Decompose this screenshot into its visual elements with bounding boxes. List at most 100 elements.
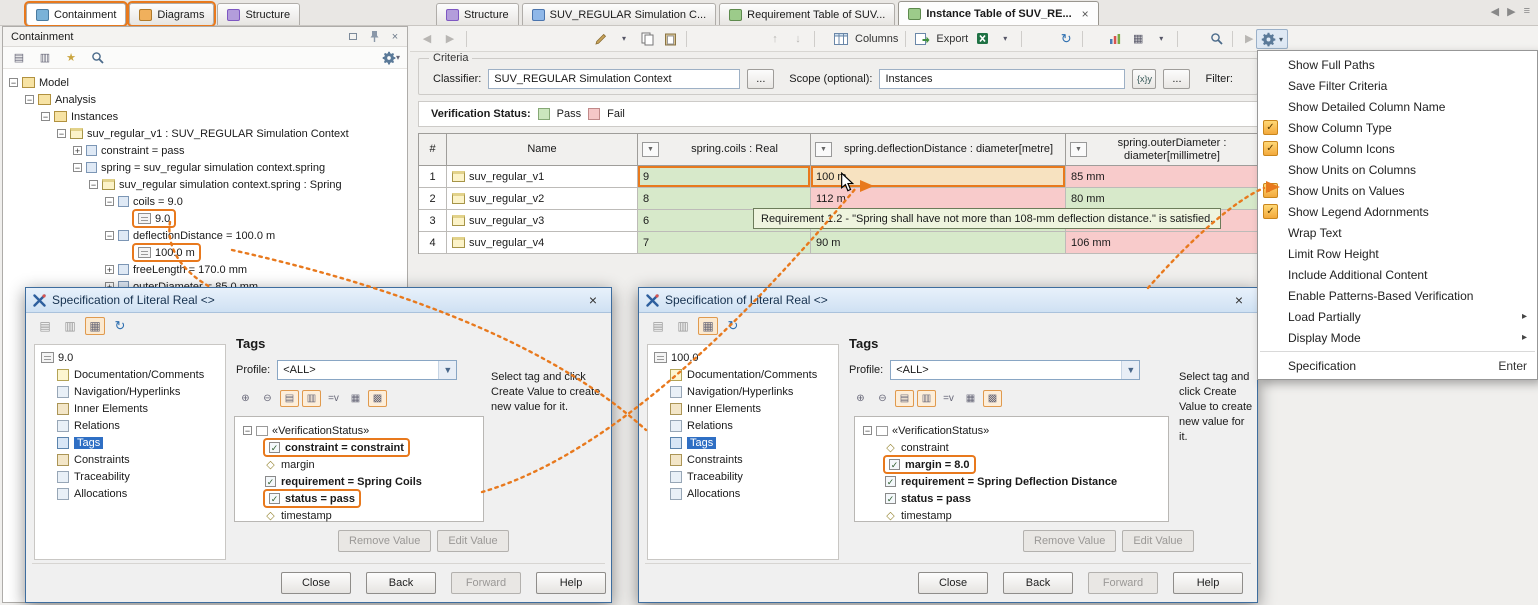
- move-up-icon[interactable]: ↑: [766, 30, 784, 48]
- deflection-cell[interactable]: 90 m: [811, 232, 1066, 254]
- edit-dropdown-icon[interactable]: ▾: [615, 30, 633, 48]
- tag-row-requirement[interactable]: ✓requirement = Spring Coils: [235, 473, 483, 490]
- tree-item-instances[interactable]: −Instances: [3, 108, 407, 125]
- list-view-icon[interactable]: ▤: [35, 317, 55, 335]
- tree-item-root-value[interactable]: 100.0: [648, 349, 838, 366]
- remove-value-button[interactable]: Remove Value: [338, 530, 431, 552]
- tree-item-coils-value[interactable]: 9.0: [3, 210, 407, 227]
- help-button[interactable]: Help: [536, 572, 606, 594]
- dialog-close-icon[interactable]: ×: [1228, 291, 1250, 309]
- tree-item-documentation[interactable]: Documentation/Comments: [35, 366, 225, 383]
- tree-item-coils[interactable]: −coils = 9.0: [3, 193, 407, 210]
- group-view-icon[interactable]: ▤: [895, 390, 914, 407]
- row-number-cell[interactable]: 3: [419, 210, 447, 232]
- expander-icon[interactable]: −: [863, 426, 872, 435]
- tab-containment[interactable]: Containment: [26, 3, 126, 25]
- create-value-icon[interactable]: ⊕: [851, 390, 870, 407]
- expander-icon[interactable]: −: [243, 426, 252, 435]
- column-header-number[interactable]: #: [419, 134, 447, 166]
- refresh-icon[interactable]: ↻: [1057, 30, 1075, 48]
- tab-instance-table[interactable]: Instance Table of SUV_RE...×: [898, 1, 1098, 25]
- filter-icon[interactable]: ▼: [815, 142, 832, 157]
- search-icon[interactable]: [1207, 30, 1225, 48]
- grid-view-icon[interactable]: ▦: [961, 390, 980, 407]
- tag-row-timestamp[interactable]: ◇timestamp: [235, 507, 483, 524]
- dialog-close-icon[interactable]: ×: [582, 291, 604, 309]
- move-down-icon[interactable]: ↓: [789, 30, 807, 48]
- menu-item-limit-row-height[interactable]: Limit Row Height: [1258, 243, 1537, 264]
- tree-item-deflection-value[interactable]: 100.0 m: [3, 244, 407, 261]
- menu-item-show-legend-adornments[interactable]: ✓Show Legend Adornments: [1258, 201, 1537, 222]
- tree-item-constraint[interactable]: +constraint = pass: [3, 142, 407, 159]
- help-button[interactable]: Help: [1173, 572, 1243, 594]
- show-values-icon[interactable]: =v: [939, 390, 958, 407]
- outerdiameter-cell[interactable]: 80 mm: [1066, 188, 1258, 210]
- tag-row-constraint[interactable]: ◇constraint: [855, 439, 1168, 456]
- profile-select[interactable]: <ALL>▼: [890, 360, 1140, 380]
- expression-button[interactable]: {x}y: [1132, 69, 1156, 89]
- tree-item-allocations[interactable]: Allocations: [648, 485, 838, 502]
- close-panel-icon[interactable]: ×: [388, 30, 402, 44]
- column-header-outerdiameter[interactable]: ▼spring.outerDiameter : diameter[millime…: [1066, 134, 1258, 166]
- row-number-cell[interactable]: 1: [419, 166, 447, 188]
- coils-cell[interactable]: 7: [638, 232, 811, 254]
- tree-item-freelength[interactable]: +freeLength = 170.0 mm: [3, 261, 407, 278]
- copy-icon[interactable]: [638, 30, 656, 48]
- remove-value-button[interactable]: Remove Value: [1023, 530, 1116, 552]
- tag-row-timestamp[interactable]: ◇timestamp: [855, 507, 1168, 524]
- dialog-titlebar[interactable]: Specification of Literal Real <> ×: [639, 288, 1257, 313]
- stacked-view-icon[interactable]: ▦: [698, 317, 718, 335]
- paste-icon[interactable]: [661, 30, 679, 48]
- chart-icon[interactable]: [1106, 30, 1124, 48]
- name-cell[interactable]: suv_regular_v4: [447, 232, 638, 254]
- menu-item-show-full-paths[interactable]: Show Full Paths: [1258, 54, 1537, 75]
- classifier-browse-button[interactable]: ...: [747, 69, 774, 89]
- tag-row-margin[interactable]: ✓margin = 8.0: [855, 456, 1168, 473]
- tree-item-model[interactable]: −Model: [3, 74, 407, 91]
- expander-icon[interactable]: −: [105, 197, 114, 206]
- delete-value-icon[interactable]: ⊖: [258, 390, 277, 407]
- expander-icon[interactable]: +: [105, 265, 114, 274]
- back-button[interactable]: Back: [366, 572, 436, 594]
- containment-panel-header[interactable]: Containment ×: [3, 27, 407, 47]
- scope-field[interactable]: Instances: [879, 69, 1125, 89]
- expander-icon[interactable]: +: [73, 146, 82, 155]
- row-number-cell[interactable]: 2: [419, 188, 447, 210]
- tree-item-deflection[interactable]: −deflectionDistance = 100.0 m: [3, 227, 407, 244]
- close-tab-icon[interactable]: ×: [1082, 7, 1089, 21]
- menu-item-show-column-icons[interactable]: ✓Show Column Icons: [1258, 138, 1537, 159]
- tree-item-root-value[interactable]: 9.0: [35, 349, 225, 366]
- tree-item-tags[interactable]: Tags: [648, 434, 838, 451]
- list-view-icon[interactable]: ▤: [648, 317, 668, 335]
- expander-icon[interactable]: −: [25, 95, 34, 104]
- menu-item-save-filter-criteria[interactable]: Save Filter Criteria: [1258, 75, 1537, 96]
- tree-item-spring-slot[interactable]: −spring = suv_regular simulation context…: [3, 159, 407, 176]
- export-button[interactable]: Export: [936, 33, 968, 45]
- next-tab-icon[interactable]: ▶: [1507, 5, 1515, 18]
- tree-view-icon[interactable]: ▥: [673, 317, 693, 335]
- edit-pencil-icon[interactable]: [592, 30, 610, 48]
- search-tree-icon[interactable]: [88, 49, 106, 67]
- tree-item-documentation[interactable]: Documentation/Comments: [648, 366, 838, 383]
- forward-button[interactable]: Forward: [451, 572, 521, 594]
- menu-item-show-units-on-values[interactable]: ✓Show Units on Values: [1258, 180, 1537, 201]
- tree-item-inner-elements[interactable]: Inner Elements: [35, 400, 225, 417]
- menu-item-display-mode[interactable]: Display Mode▸: [1258, 327, 1537, 348]
- delete-value-icon[interactable]: ⊖: [873, 390, 892, 407]
- close-button[interactable]: Close: [918, 572, 988, 594]
- filter-icon[interactable]: ▼: [642, 142, 659, 157]
- flat-view-icon[interactable]: ▥: [302, 390, 321, 407]
- tab-list-icon[interactable]: ≡: [1524, 5, 1530, 18]
- tab-requirement-table[interactable]: Requirement Table of SUV...: [719, 3, 895, 25]
- edit-value-button[interactable]: Edit Value: [1122, 530, 1193, 552]
- stereotype-row[interactable]: −«VerificationStatus»: [235, 422, 483, 439]
- profile-select[interactable]: <ALL>▼: [277, 360, 457, 380]
- menu-item-show-units-on-columns[interactable]: Show Units on Columns: [1258, 159, 1537, 180]
- prev-tab-icon[interactable]: ◀: [1491, 5, 1499, 18]
- tag-row-status[interactable]: ✓status = pass: [235, 490, 483, 507]
- tree-view-icon[interactable]: ▥: [60, 317, 80, 335]
- filter-icon[interactable]: ▼: [1070, 142, 1087, 157]
- coils-cell[interactable]: 8: [638, 188, 811, 210]
- menu-item-enable-patterns-based-verification[interactable]: Enable Patterns-Based Verification: [1258, 285, 1537, 306]
- panel-options-gear-icon[interactable]: ▾: [382, 49, 400, 67]
